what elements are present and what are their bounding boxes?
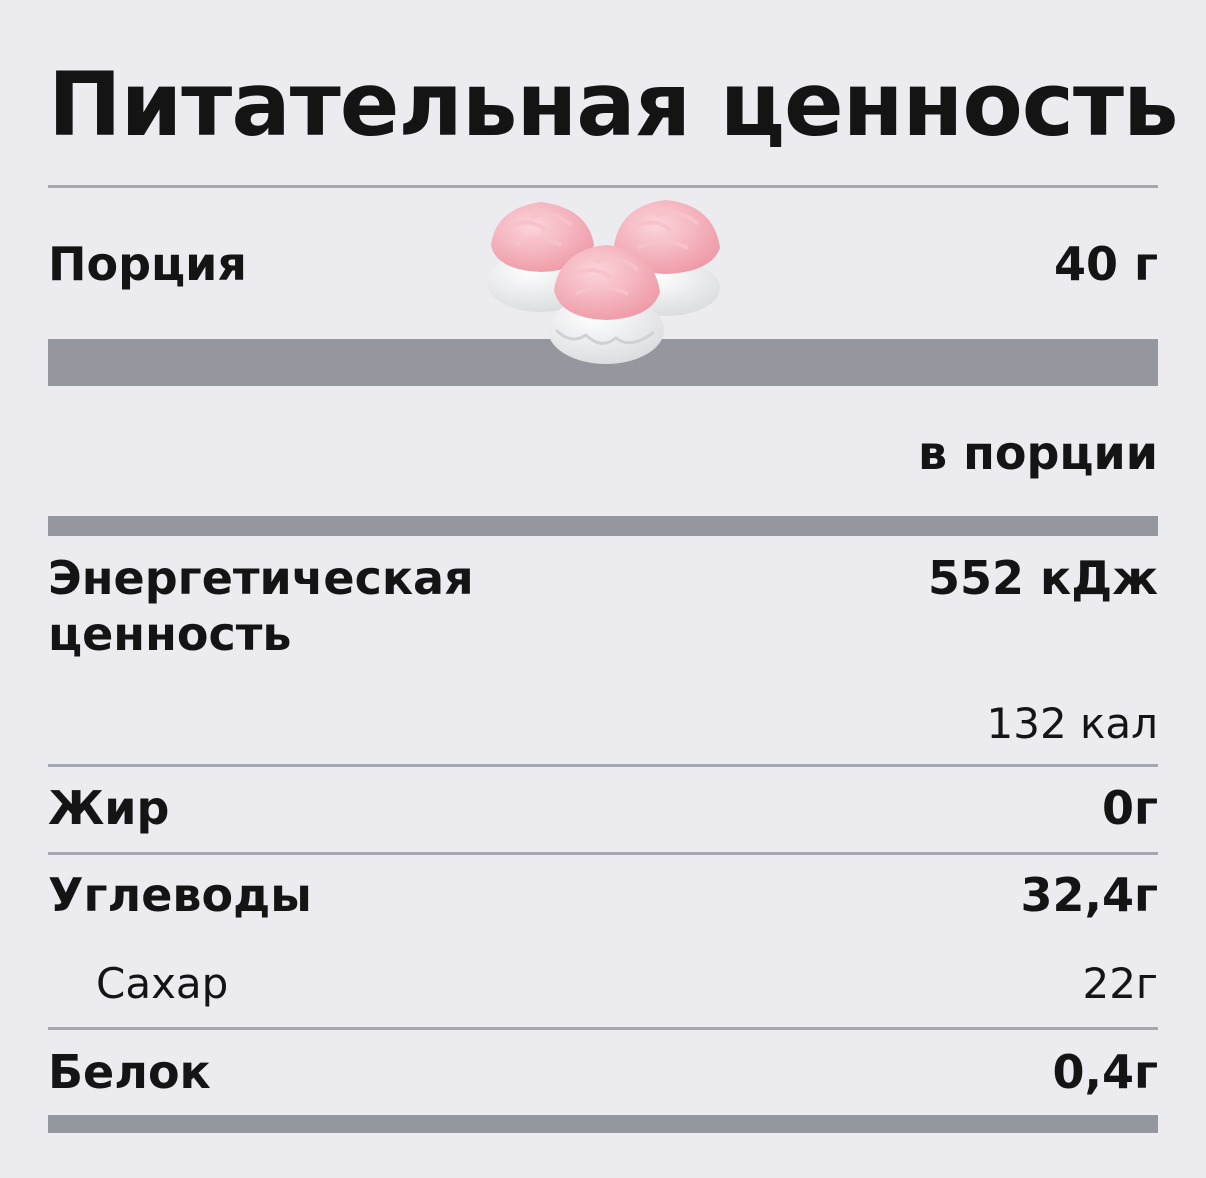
section-bar: [48, 516, 1158, 536]
protein-value: 0,4г: [1052, 1045, 1158, 1099]
energy-label-line2: ценность: [48, 607, 292, 661]
sugar-value: 22г: [1082, 959, 1158, 1008]
section-bar: [48, 1115, 1158, 1133]
column-header: в порции: [918, 426, 1158, 480]
sugar-label: Сахар: [96, 959, 229, 1008]
fat-value: 0г: [1101, 781, 1158, 835]
divider: [48, 185, 1158, 188]
divider: [48, 1027, 1158, 1030]
protein-label: Белок: [48, 1045, 211, 1099]
energy-label-line1: Энергетическая: [48, 551, 474, 605]
serving-label: Порция: [48, 237, 247, 291]
divider: [48, 764, 1158, 767]
page-title: Питательная ценность: [48, 53, 1179, 156]
carbs-value: 32,4г: [1020, 868, 1158, 922]
fat-label: Жир: [48, 781, 170, 835]
serving-value: 40 г: [1053, 237, 1158, 291]
divider: [48, 852, 1158, 855]
energy-kj-value: 552 кДж: [928, 551, 1158, 605]
marshmallow-icon: [487, 200, 720, 364]
carbs-label: Углеводы: [48, 868, 312, 922]
energy-kcal-value: 132 кал: [986, 699, 1158, 748]
